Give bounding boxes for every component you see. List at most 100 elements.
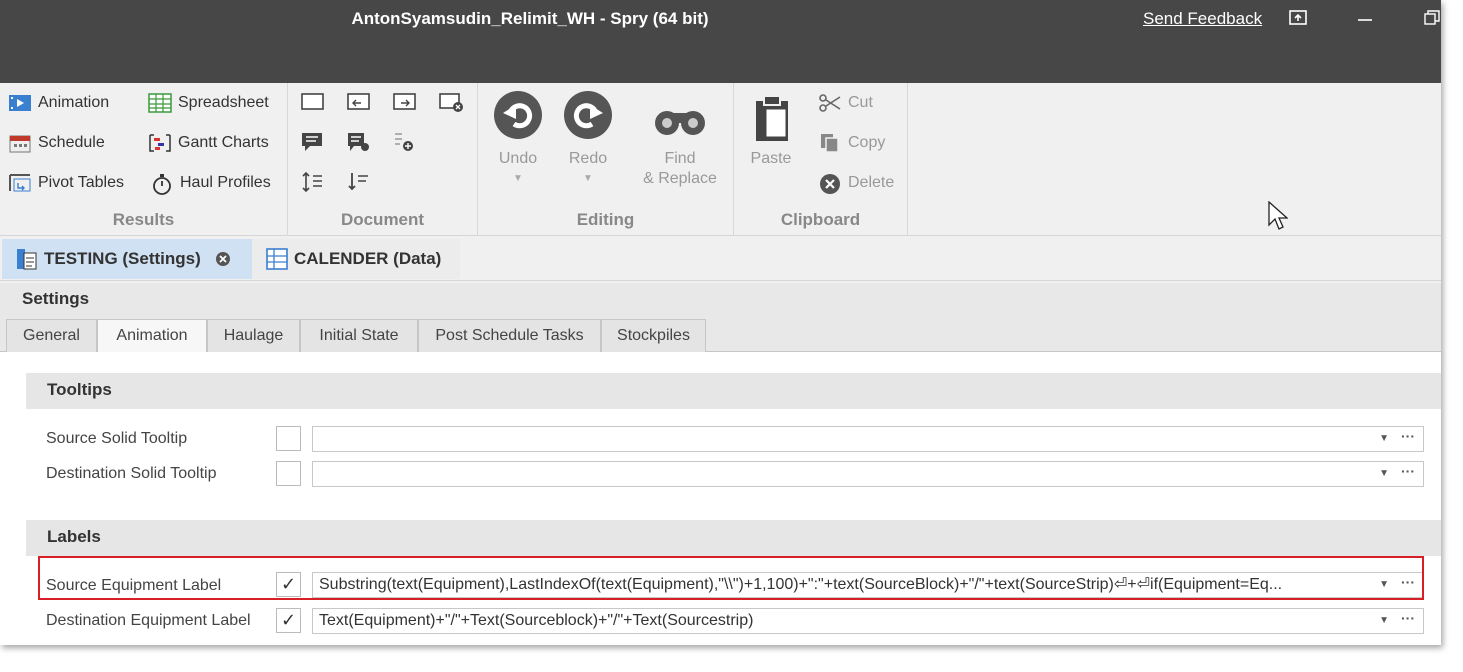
paste-button[interactable]: Paste <box>746 91 796 169</box>
document-tab-strip: TESTING (Settings) CALENDER (Data) <box>0 237 1441 281</box>
settings-doc-icon <box>16 247 38 271</box>
editing-group: Undo ▼ Redo ▼ Find & Replace Editing <box>478 83 734 236</box>
pivot-tables-button[interactable]: Pivot Tables <box>8 173 124 193</box>
destination-solid-tooltip-field[interactable]: ▼ ··· <box>312 461 1424 487</box>
dock-left-icon[interactable] <box>346 91 372 113</box>
clipboard-group-label: Clipboard <box>780 210 861 229</box>
spreadsheet-icon <box>148 93 172 113</box>
close-window-icon[interactable] <box>438 91 464 113</box>
new-window-icon[interactable] <box>300 91 326 113</box>
haul-profiles-label: Haul Profiles <box>180 174 271 191</box>
editing-group-label: Editing <box>576 210 635 229</box>
settings-header: Settings <box>0 283 1441 317</box>
tooltips-title: Tooltips <box>47 380 112 399</box>
settings-title: Settings <box>22 289 90 308</box>
ellipsis-icon[interactable]: ··· <box>1401 609 1415 630</box>
find-replace-button[interactable]: Find & Replace <box>638 91 722 189</box>
undo-button[interactable]: Undo ▼ <box>490 91 546 189</box>
undo-label: Undo <box>498 150 538 167</box>
ribbon: Animation Spreadsheet Schedule Gantt Cha… <box>0 83 1441 236</box>
destination-equipment-label-checkbox[interactable]: ✓ <box>276 608 301 633</box>
spreadsheet-label: Spreadsheet <box>178 94 269 111</box>
delete-icon <box>818 173 842 194</box>
ellipsis-icon[interactable]: ··· <box>1401 462 1415 483</box>
source-solid-tooltip-checkbox[interactable] <box>276 426 301 451</box>
document-group: Document <box>288 83 478 236</box>
dock-right-icon[interactable] <box>392 91 418 113</box>
settings-tab-strip: General Animation Haulage Initial State … <box>0 317 1441 354</box>
labels-section-header: Labels <box>26 520 1441 556</box>
cut-button[interactable]: Cut <box>818 93 873 113</box>
spreadsheet-button[interactable]: Spreadsheet <box>148 93 269 113</box>
cut-label: Cut <box>848 94 873 111</box>
tooltips-section-header: Tooltips <box>26 373 1441 409</box>
dropdown-arrow-icon[interactable]: ▼ <box>1379 462 1389 486</box>
animation-icon <box>8 93 32 113</box>
ellipsis-icon[interactable]: ··· <box>1401 427 1415 448</box>
comment-icon[interactable] <box>300 131 326 153</box>
tab-haulage[interactable]: Haulage <box>207 319 300 352</box>
binoculars-icon <box>638 91 722 149</box>
tab-calender-label: CALENDER (Data) <box>294 249 442 268</box>
minimize-icon[interactable] <box>1357 10 1373 31</box>
send-feedback-link[interactable]: Send Feedback <box>1143 9 1262 29</box>
animation-label: Animation <box>38 94 110 111</box>
dropdown-arrow-icon[interactable]: ▼ <box>1379 427 1389 451</box>
tab-stockpiles[interactable]: Stockpiles <box>601 319 706 352</box>
tab-post-schedule-tasks[interactable]: Post Schedule Tasks <box>418 319 601 352</box>
replace-label: & Replace <box>643 170 717 187</box>
close-tab-icon[interactable] <box>215 251 231 267</box>
tab-animation[interactable]: Animation <box>97 319 207 354</box>
tab-general[interactable]: General <box>6 319 97 352</box>
maximize-icon[interactable] <box>1424 10 1440 31</box>
source-solid-tooltip-label: Source Solid Tooltip <box>46 430 188 447</box>
tab-testing-settings[interactable]: TESTING (Settings) <box>2 239 252 279</box>
delete-label: Delete <box>848 174 895 191</box>
destination-solid-tooltip-label: Destination Solid Tooltip <box>46 465 217 482</box>
schedule-label: Schedule <box>38 134 105 151</box>
redo-icon <box>564 91 612 139</box>
title-bar: AntonSyamsudin_Relimit_WH - Spry (64 bit… <box>0 0 1441 83</box>
copy-label: Copy <box>848 134 886 151</box>
redo-dropdown-icon[interactable]: ▼ <box>560 169 616 189</box>
find-label: Find <box>664 150 696 167</box>
labels-title: Labels <box>47 527 101 546</box>
mouse-cursor-icon <box>1268 200 1289 236</box>
tab-testing-label: TESTING (Settings) <box>44 249 201 268</box>
delete-button[interactable]: Delete <box>818 173 895 194</box>
sort-list-icon[interactable] <box>300 171 326 193</box>
gantt-charts-button[interactable]: Gantt Charts <box>148 133 269 153</box>
results-group: Animation Spreadsheet Schedule Gantt Cha… <box>0 83 288 236</box>
settings-content: Tooltips <box>0 352 1441 645</box>
destination-equipment-label-field[interactable]: Text(Equipment)+"/"+Text(Sourceblock)+"/… <box>312 608 1424 634</box>
move-down-icon[interactable] <box>346 171 372 193</box>
undo-dropdown-icon[interactable]: ▼ <box>490 169 546 189</box>
copy-icon <box>818 133 842 153</box>
highlight-box <box>38 556 1424 600</box>
dropdown-arrow-icon[interactable]: ▼ <box>1379 609 1389 633</box>
source-solid-tooltip-field[interactable]: ▼ ··· <box>312 426 1424 452</box>
tab-calender-data[interactable]: CALENDER (Data) <box>252 239 460 279</box>
destination-equipment-label-label: Destination Equipment Label <box>46 612 251 629</box>
clipboard-group: Paste Cut Copy Delete Clipboard <box>734 83 908 236</box>
restore-ribbon-icon[interactable] <box>1289 10 1307 31</box>
undo-icon <box>494 91 542 139</box>
results-group-label: Results <box>112 210 175 229</box>
destination-equipment-label-value: Text(Equipment)+"/"+Text(Sourceblock)+"/… <box>319 612 754 629</box>
animation-button[interactable]: Animation <box>8 93 109 113</box>
pivot-table-icon <box>8 173 32 193</box>
add-item-icon[interactable] <box>392 131 418 153</box>
redo-button[interactable]: Redo ▼ <box>560 91 616 189</box>
app-window: AntonSyamsudin_Relimit_WH - Spry (64 bit… <box>0 0 1441 645</box>
tab-initial-state[interactable]: Initial State <box>300 319 418 352</box>
data-grid-icon <box>266 248 288 270</box>
calendar-icon <box>8 133 32 153</box>
redo-label: Redo <box>568 150 608 167</box>
destination-solid-tooltip-checkbox[interactable] <box>276 461 301 486</box>
schedule-button[interactable]: Schedule <box>8 133 105 153</box>
paste-label: Paste <box>750 150 792 167</box>
copy-button[interactable]: Copy <box>818 133 885 153</box>
haul-profiles-button[interactable]: Haul Profiles <box>150 173 271 195</box>
pivot-tables-label: Pivot Tables <box>38 174 124 191</box>
comment-settings-icon[interactable] <box>346 131 372 153</box>
